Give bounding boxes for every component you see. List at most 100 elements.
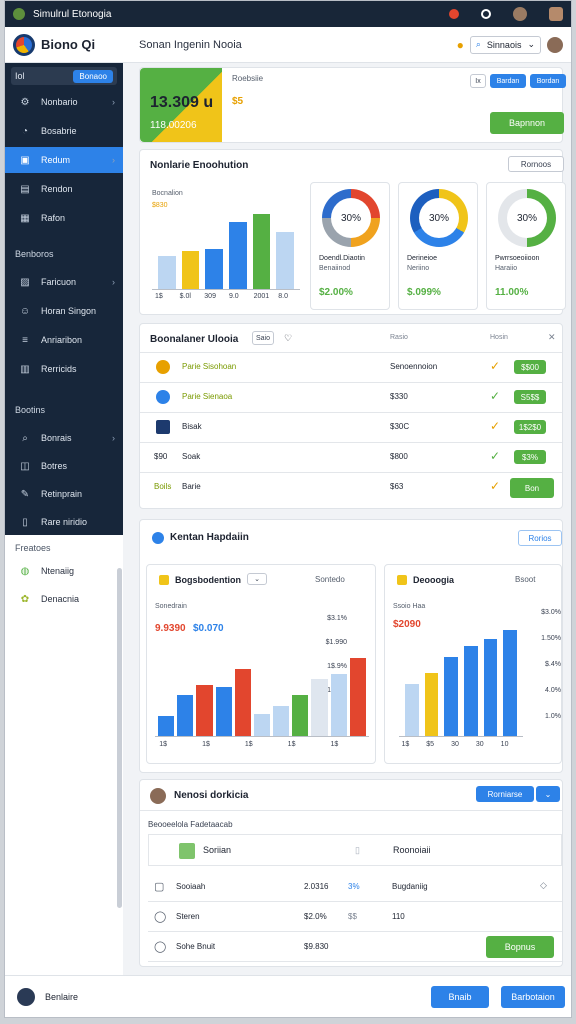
list-primary-button[interactable]: Rorniarse [476, 786, 534, 802]
sidebar-item[interactable]: ▯ Rare niridio [5, 509, 123, 535]
donut-center-label: 30% [419, 198, 459, 238]
user-avatar-icon[interactable] [513, 7, 527, 21]
sidebar-item[interactable]: ▨ Faricuon › [5, 269, 123, 295]
list-action-button[interactable]: Bopnus [486, 936, 554, 958]
sidebar-item[interactable]: ▦ Rafon [5, 205, 123, 231]
sidebar-item[interactable]: ≡ Anriaribon [5, 327, 123, 353]
analytics-right-y-axis: $3.0% 1.50% $.4% 4.0% 1.0% [529, 609, 561, 739]
sidebar-item[interactable]: ⌕ Bonrais › [5, 425, 123, 451]
gear-icon: ⚙ [20, 96, 30, 108]
donut-card: 30% Doendl.Diaotin Benaiinod $2.00% [310, 182, 390, 310]
axis-tick-label: 9.0 [228, 293, 239, 300]
list-item-name: Steren [176, 912, 200, 921]
settings-icon[interactable] [481, 9, 491, 19]
kpi-tab-2[interactable]: Bordan [530, 74, 566, 88]
sidebar-scrollbar[interactable] [117, 568, 122, 908]
chevron-down-icon[interactable]: ⌄ [536, 786, 560, 802]
help-icon[interactable] [17, 988, 35, 1006]
chart-bar [292, 695, 309, 737]
notification-icon[interactable] [449, 9, 459, 19]
folder-icon [159, 575, 169, 585]
kpi-label: Roebsiie [232, 74, 264, 83]
sidebar-item[interactable]: ▥ Rerricids [5, 356, 123, 382]
shield-icon[interactable]: ◇ [540, 880, 547, 891]
analytics-button[interactable]: Rorios [518, 530, 562, 546]
chart-bar [205, 249, 223, 290]
heart-icon[interactable]: ♡ [284, 333, 292, 344]
status-pill[interactable]: $$00 [514, 360, 546, 374]
table-row[interactable]: Bisak $30C ✓ 1$2$0 [140, 412, 562, 442]
kpi-tab-1[interactable]: Bardan [490, 74, 526, 88]
sidebar-item[interactable]: ☺ Horan Singon [5, 298, 123, 324]
analytics-right-tag: Bsoot [515, 575, 536, 584]
sidebar-section-title: Benboros [15, 249, 54, 259]
status-pill[interactable]: 1$2$0 [514, 420, 546, 434]
chart-bar [177, 695, 194, 737]
chart-bar [424, 673, 439, 737]
list-card: Nenosi dorkicia Rorniarse ⌄ Beooeelola F… [139, 779, 563, 967]
donut-label: Doendl.Diaotin [319, 255, 365, 262]
axis-tick-label: 1$ [287, 741, 296, 748]
sidebar-search-button[interactable]: Bonaoo [73, 69, 113, 83]
sidebar-item[interactable]: ⚙ Nonbario › [5, 89, 123, 115]
axis-tick-label: 309 [204, 293, 216, 300]
user-icon: ☺ [19, 305, 31, 317]
list-item[interactable]: ◯ Steren $2.0% $$ 110 [148, 902, 562, 932]
sidebar-item-label: Bosabrie [41, 126, 77, 136]
table-row[interactable]: Boils Barie $63 ✓ Bon [140, 472, 562, 502]
kpi-action-button[interactable]: Bapnnon [490, 112, 564, 134]
chart-bar [229, 221, 247, 290]
overview-x-axis: 1$ $.0l 309 9.0 2001 8.0 [152, 293, 300, 305]
status-pill[interactable]: $3% [514, 450, 546, 464]
table-row[interactable]: Parie Sisohoan Senoennoion ✓ $$00 [140, 352, 562, 382]
close-icon[interactable]: ✕ [548, 332, 556, 343]
footer-button-1[interactable]: Bnaib [431, 986, 489, 1008]
sidebar-item-label: Horan Singon [41, 306, 97, 316]
chart-bar [464, 646, 478, 737]
list-item[interactable]: ▢ Sooiaah 2.0316 3% Bugdaniig ◇ [148, 872, 562, 902]
table-icon: ▥ [20, 363, 30, 375]
sidebar-item-label: Rare niridio [41, 517, 88, 527]
doc-icon: ▯ [22, 516, 28, 528]
kpi-tab-small[interactable]: Ix [470, 74, 486, 88]
donut-center-label: 30% [507, 198, 547, 238]
table-filter[interactable]: Saio [252, 331, 274, 345]
globe-icon: ◍ [20, 565, 30, 577]
header-avatar[interactable] [547, 36, 563, 53]
check-icon: ✓ [490, 449, 501, 463]
sidebar-search[interactable]: Iol Bonaoo [11, 67, 117, 85]
gauge-icon: ◔ [21, 125, 29, 137]
sidebar-item[interactable]: ▣ Redum › [5, 147, 123, 173]
axis-tick-label: 1$ [244, 741, 253, 748]
sidebar-section-title: Bootins [15, 405, 46, 415]
table-row[interactable]: $90 Soak $800 ✓ $3% [140, 442, 562, 472]
axis-tick-label: 2001 [253, 293, 270, 300]
overview-dropdown[interactable]: Rornoos [508, 156, 564, 172]
donut-sublabel: Benaiinod [319, 265, 351, 272]
chevron-down-icon[interactable]: ⌄ [247, 573, 267, 585]
chart-bar [158, 255, 176, 290]
sidebar-item-label: Anriaribon [41, 335, 83, 345]
row-value: $63 [390, 482, 404, 491]
table-row[interactable]: Parie Sienaoa $330 ✓ S5$$ [140, 382, 562, 412]
header-select[interactable]: ⌕ Sinnaois ⌄ [469, 35, 541, 54]
sidebar-item-label: Bonrais [41, 433, 72, 443]
kpi-sub-value: 118.00206 [150, 120, 197, 131]
sidebar-item[interactable]: ▤ Rendon [5, 176, 123, 202]
footer-button-2[interactable]: Barbotaion [501, 986, 565, 1008]
sidebar-item-label: Faricuon [41, 277, 77, 287]
sidebar-item[interactable]: ◍ Ntenaiig [5, 558, 123, 584]
analytics-left-x-axis: 1$ 1$ 1$ 1$ 1$ [155, 741, 369, 753]
logo[interactable]: Biono Qi [5, 33, 125, 56]
profile-avatar-icon[interactable] [549, 7, 563, 21]
axis-tick-label: $1.990 [325, 639, 347, 646]
sidebar-item[interactable]: ✎ Retinprain [5, 481, 123, 507]
sidebar-item[interactable]: ◔ Bosabrie [5, 118, 123, 144]
status-pill[interactable]: S5$$ [514, 390, 546, 404]
sidebar-item[interactable]: ◫ Botres [5, 453, 123, 479]
row-name: Parie Sisohoan [182, 362, 237, 371]
lightbulb-icon[interactable]: ● [457, 38, 464, 52]
sidebar-item[interactable]: ✿ Denacnia [5, 586, 123, 612]
status-pill[interactable]: Bon [510, 478, 554, 498]
search-icon: ⌕ [475, 39, 481, 49]
